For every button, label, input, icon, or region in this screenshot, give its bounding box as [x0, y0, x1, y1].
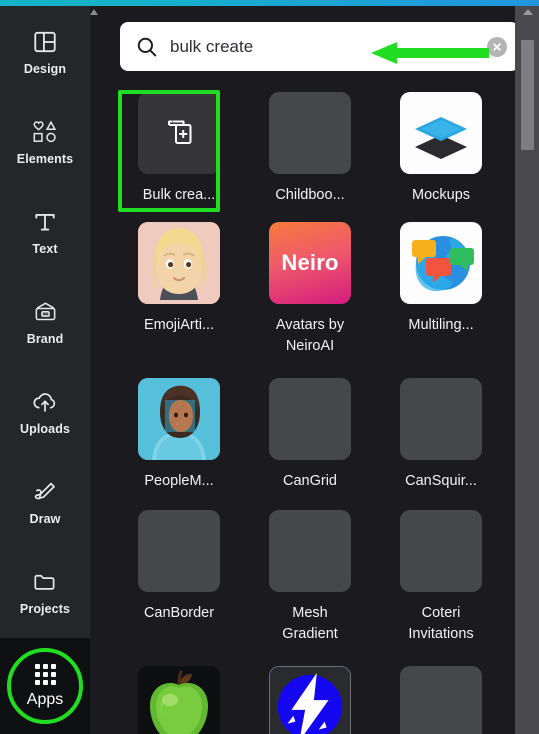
- mockups-icon: [415, 117, 467, 159]
- app-tile-coteri-invitations[interactable]: Coteri Invitations: [380, 510, 502, 645]
- app-tile-canborder[interactable]: CanBorder: [118, 510, 240, 624]
- app-thumbnail: [138, 666, 220, 734]
- people-icon: [138, 378, 220, 460]
- app-thumbnail: [400, 92, 482, 174]
- emoji-artist-icon: [138, 222, 220, 304]
- app-thumbnail: [269, 510, 351, 592]
- multilingual-icon: [412, 236, 474, 292]
- app-tile-label: Mockups: [411, 187, 471, 203]
- top-accent-strip: [0, 0, 539, 6]
- clear-search-button[interactable]: [487, 36, 507, 57]
- app-tile-avatars-neiroai[interactable]: Neiro Avatars by NeiroAI: [249, 222, 371, 357]
- lightning-icon: [270, 667, 350, 734]
- caret-up-icon: [523, 9, 533, 15]
- design-icon: [30, 27, 60, 57]
- app-tile-label: CanBorder: [143, 605, 215, 621]
- app-thumbnail: [269, 666, 351, 734]
- app-thumbnail: [269, 92, 351, 174]
- sidebar-item-label: Brand: [26, 331, 64, 346]
- search-input[interactable]: bulk create: [170, 38, 487, 55]
- apps-highlight-ring: [7, 648, 83, 724]
- text-icon: [30, 207, 60, 237]
- neiro-icon: Neiro: [281, 250, 339, 275]
- app-tile-label: Bulk crea...: [142, 187, 216, 203]
- sidebar-item-label: Projects: [19, 601, 71, 616]
- app-tile-lightning[interactable]: [249, 666, 371, 734]
- elements-icon: [30, 117, 60, 147]
- canva-apps-panel: Design Elements Text CO. Brand Uploads D…: [0, 0, 539, 734]
- app-tile-label: Avatars by NeiroAI: [275, 317, 345, 354]
- uploads-icon: [30, 387, 60, 417]
- panel-scrollbar-thumb[interactable]: [521, 40, 534, 150]
- apps-panel: bulk create Bulk crea... Childboo... Moc…: [96, 6, 515, 734]
- sidebar-item-label: Design: [23, 61, 67, 76]
- app-tile-cangrid[interactable]: CanGrid: [249, 378, 371, 492]
- sidebar-item-draw[interactable]: Draw: [0, 456, 90, 546]
- app-thumbnail: Neiro: [269, 222, 351, 304]
- apps-results-grid: Bulk crea... Childboo... Mockups EmojiAr…: [112, 90, 508, 734]
- sidebar-item-label: Draw: [29, 511, 61, 526]
- sidebar-item-text[interactable]: Text: [0, 186, 90, 276]
- app-thumbnail: [138, 92, 220, 174]
- app-tile-blank-last[interactable]: [380, 666, 502, 734]
- app-tile-cansquircle[interactable]: CanSquir...: [380, 378, 502, 492]
- app-tile-apple[interactable]: [118, 666, 240, 734]
- search-icon: [136, 36, 158, 58]
- app-tile-label: CanGrid: [283, 473, 337, 489]
- sidebar-item-uploads[interactable]: Uploads: [0, 366, 90, 456]
- app-thumbnail: [138, 510, 220, 592]
- app-tile-label: Coteri Invitations: [408, 605, 474, 642]
- projects-icon: [30, 567, 60, 597]
- sidebar-item-elements[interactable]: Elements: [0, 96, 90, 186]
- sidebar-item-label: Uploads: [19, 421, 70, 436]
- app-tile-mockups[interactable]: Mockups: [380, 92, 502, 206]
- app-tile-label: Mesh Gradient: [282, 605, 338, 642]
- apple-icon: [138, 666, 220, 734]
- app-thumbnail: [400, 666, 482, 734]
- app-thumbnail: [400, 510, 482, 592]
- app-thumbnail: [400, 222, 482, 304]
- app-tile-label: PeopleM...: [144, 473, 214, 489]
- app-thumbnail: [269, 378, 351, 460]
- left-sidebar: Design Elements Text CO. Brand Uploads D…: [0, 6, 90, 734]
- app-tile-label: Multiling...: [408, 317, 474, 333]
- scroll-up-button[interactable]: [521, 6, 535, 18]
- app-thumbnail: [138, 222, 220, 304]
- app-tile-mesh-gradient[interactable]: Mesh Gradient: [249, 510, 371, 645]
- app-tile-multilingual[interactable]: Multiling...: [380, 222, 502, 336]
- app-tile-label: CanSquir...: [405, 473, 477, 489]
- app-tile-label: EmojiArti...: [143, 317, 215, 333]
- draw-icon: [30, 477, 60, 507]
- app-tile-emojiartist[interactable]: EmojiArti...: [118, 222, 240, 336]
- app-tile-peoplemaker[interactable]: PeopleM...: [118, 378, 240, 492]
- app-tile-label: Childboo...: [275, 187, 345, 203]
- sidebar-item-label: Elements: [16, 151, 74, 166]
- sidebar-item-apps[interactable]: Apps: [0, 638, 90, 734]
- svg-text:CO.: CO.: [42, 312, 48, 316]
- sidebar-item-design[interactable]: Design: [0, 6, 90, 96]
- app-thumbnail: [138, 378, 220, 460]
- brand-icon: CO.: [30, 297, 60, 327]
- apps-grid-icon: [34, 663, 56, 685]
- search-bar[interactable]: bulk create: [120, 22, 515, 71]
- app-thumbnail: [400, 378, 482, 460]
- app-tile-childbook[interactable]: Childboo...: [249, 92, 371, 206]
- sidebar-item-label: Text: [32, 241, 58, 256]
- sidebar-item-brand[interactable]: CO. Brand: [0, 276, 90, 366]
- app-tile-bulk-create[interactable]: Bulk crea...: [118, 90, 240, 212]
- sidebar-item-projects[interactable]: Projects: [0, 546, 90, 636]
- sidebar-item-label: Apps: [26, 690, 64, 708]
- caret-up-icon[interactable]: [89, 8, 99, 16]
